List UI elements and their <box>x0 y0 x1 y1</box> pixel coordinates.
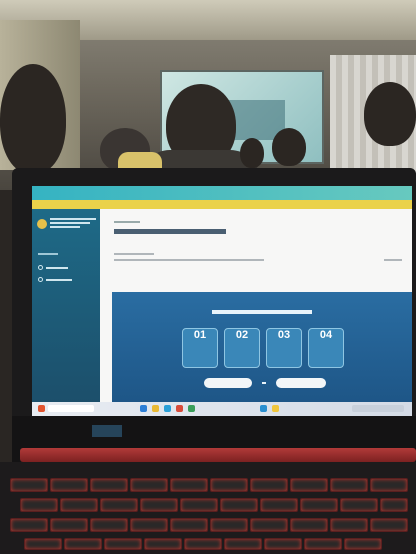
edge-icon[interactable] <box>260 405 267 412</box>
key[interactable] <box>250 478 288 492</box>
laptop-screen: 01 02 03 04 <box>32 186 412 416</box>
key[interactable] <box>64 538 102 550</box>
status-icon <box>38 277 43 282</box>
key[interactable] <box>50 478 88 492</box>
key[interactable] <box>140 498 178 512</box>
sidebar-item-label <box>46 279 72 281</box>
home-icon <box>38 265 43 270</box>
keyboard <box>10 478 410 550</box>
sidebar-title <box>50 218 96 220</box>
sidebar-item-label <box>46 267 68 269</box>
laptop-sticker <box>92 425 122 437</box>
key[interactable] <box>130 478 168 492</box>
key[interactable] <box>264 538 302 550</box>
breadcrumb <box>114 221 140 223</box>
sidebar-title-line <box>50 226 80 228</box>
browser-icon[interactable] <box>164 405 171 412</box>
key[interactable] <box>100 498 138 512</box>
key[interactable] <box>330 478 368 492</box>
system-tray <box>352 405 404 412</box>
step-card-3[interactable]: 03 <box>266 328 302 368</box>
person-small-1 <box>240 138 264 168</box>
step-card-2[interactable]: 02 <box>224 328 260 368</box>
sidebar-item-status[interactable] <box>38 277 78 282</box>
key[interactable] <box>344 538 382 550</box>
key[interactable] <box>50 518 88 532</box>
key[interactable] <box>340 498 378 512</box>
sidebar-section-label <box>38 253 58 255</box>
step-number: 02 <box>235 329 249 341</box>
step-card-4[interactable]: 04 <box>308 328 344 368</box>
key[interactable] <box>210 478 248 492</box>
logo-icon <box>37 219 47 229</box>
key[interactable] <box>10 478 48 492</box>
secondary-button[interactable] <box>276 378 326 388</box>
info-line <box>114 259 264 261</box>
key[interactable] <box>300 498 338 512</box>
browser-top-bar <box>32 186 412 200</box>
key[interactable] <box>370 478 408 492</box>
person-right <box>364 82 416 146</box>
key[interactable] <box>90 478 128 492</box>
key[interactable] <box>250 518 288 532</box>
key[interactable] <box>144 538 182 550</box>
arrow-icon <box>262 382 266 384</box>
key[interactable] <box>130 518 168 532</box>
banner-bar <box>32 200 412 209</box>
sidebar <box>32 209 100 402</box>
laptop-hinge <box>20 448 416 462</box>
key[interactable] <box>380 498 408 512</box>
key[interactable] <box>60 498 98 512</box>
start-icon[interactable] <box>38 405 45 412</box>
key[interactable] <box>330 518 368 532</box>
app-icon[interactable] <box>272 405 279 412</box>
key[interactable] <box>20 498 58 512</box>
primary-button[interactable] <box>204 378 252 388</box>
key[interactable] <box>10 518 48 532</box>
search-box[interactable] <box>48 405 94 412</box>
key[interactable] <box>170 518 208 532</box>
chrome-icon[interactable] <box>176 405 183 412</box>
sidebar-title-line <box>50 222 90 224</box>
windows-icon[interactable] <box>140 405 147 412</box>
step-number: 01 <box>193 329 207 341</box>
key[interactable] <box>104 538 142 550</box>
key[interactable] <box>90 518 128 532</box>
key[interactable] <box>304 538 342 550</box>
hero-panel: 01 02 03 04 <box>112 292 412 402</box>
key[interactable] <box>224 538 262 550</box>
file-explorer-icon[interactable] <box>152 405 159 412</box>
hero-title <box>212 310 312 314</box>
sidebar-item-home[interactable] <box>38 265 78 270</box>
step-card-1[interactable]: 01 <box>182 328 218 368</box>
key[interactable] <box>24 538 62 550</box>
step-number: 04 <box>319 329 333 341</box>
app-icon[interactable] <box>188 405 195 412</box>
person-small-2 <box>272 128 306 166</box>
info-line <box>114 253 154 255</box>
key[interactable] <box>170 478 208 492</box>
key[interactable] <box>180 498 218 512</box>
page-title <box>114 229 226 234</box>
info-line <box>384 259 402 261</box>
key[interactable] <box>220 498 258 512</box>
key[interactable] <box>370 518 408 532</box>
person-left <box>0 64 66 174</box>
key[interactable] <box>260 498 298 512</box>
key[interactable] <box>290 478 328 492</box>
key[interactable] <box>184 538 222 550</box>
key[interactable] <box>210 518 248 532</box>
step-number: 03 <box>277 329 291 341</box>
key[interactable] <box>290 518 328 532</box>
